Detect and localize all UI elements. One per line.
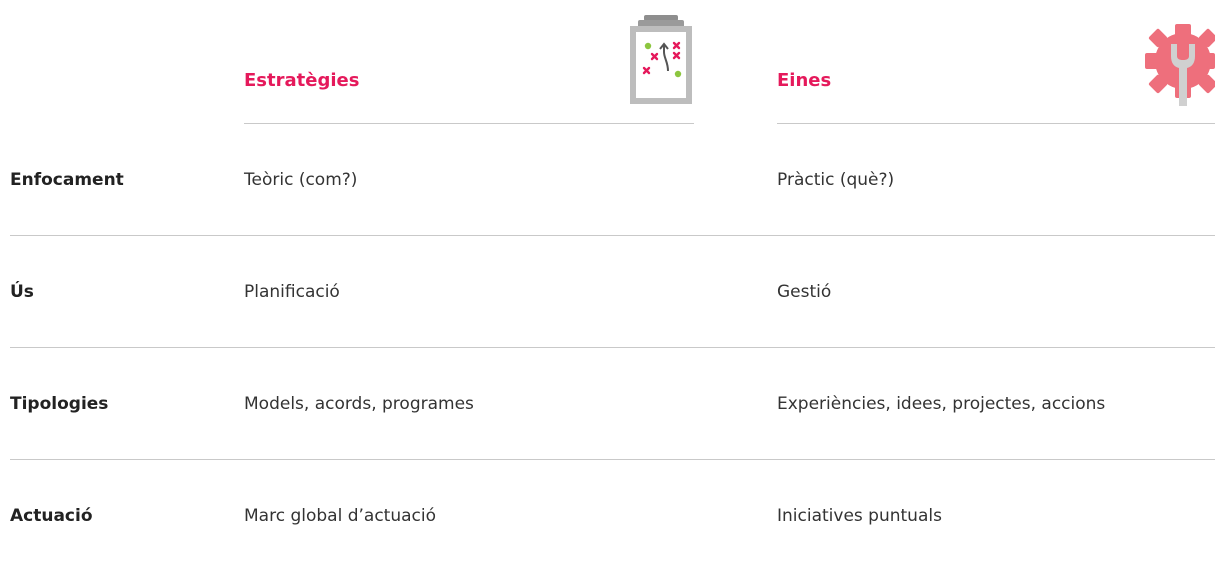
column-header-eines: Eines bbox=[777, 70, 832, 91]
row-divider bbox=[10, 347, 1215, 348]
cell-tipologies-eines: Experiències, idees, projectes, accions bbox=[777, 394, 1106, 414]
row-label-actuacio: Actuació bbox=[10, 506, 93, 526]
cell-enfocament-eines: Pràctic (què?) bbox=[777, 170, 895, 190]
row-label-us: Ús bbox=[10, 282, 34, 302]
cell-enfocament-estrategies: Teòric (com?) bbox=[244, 170, 358, 190]
clipboard-strategy-icon bbox=[630, 15, 692, 104]
cell-us-estrategies: Planificació bbox=[244, 282, 340, 302]
row-label-enfocament: Enfocament bbox=[10, 170, 124, 190]
row-divider bbox=[10, 459, 1215, 460]
cell-tipologies-estrategies: Models, acords, programes bbox=[244, 394, 474, 414]
header-divider-estrategies bbox=[244, 123, 694, 124]
header-divider-eines bbox=[777, 123, 1215, 124]
cell-us-eines: Gestió bbox=[777, 282, 832, 302]
cell-actuacio-estrategies: Marc global d’actuació bbox=[244, 506, 436, 526]
column-header-estrategies: Estratègies bbox=[244, 70, 360, 91]
row-divider bbox=[10, 235, 1215, 236]
cell-actuacio-eines: Iniciatives puntuals bbox=[777, 506, 942, 526]
gear-wrench-icon bbox=[1145, 24, 1215, 106]
row-label-tipologies: Tipologies bbox=[10, 394, 109, 414]
